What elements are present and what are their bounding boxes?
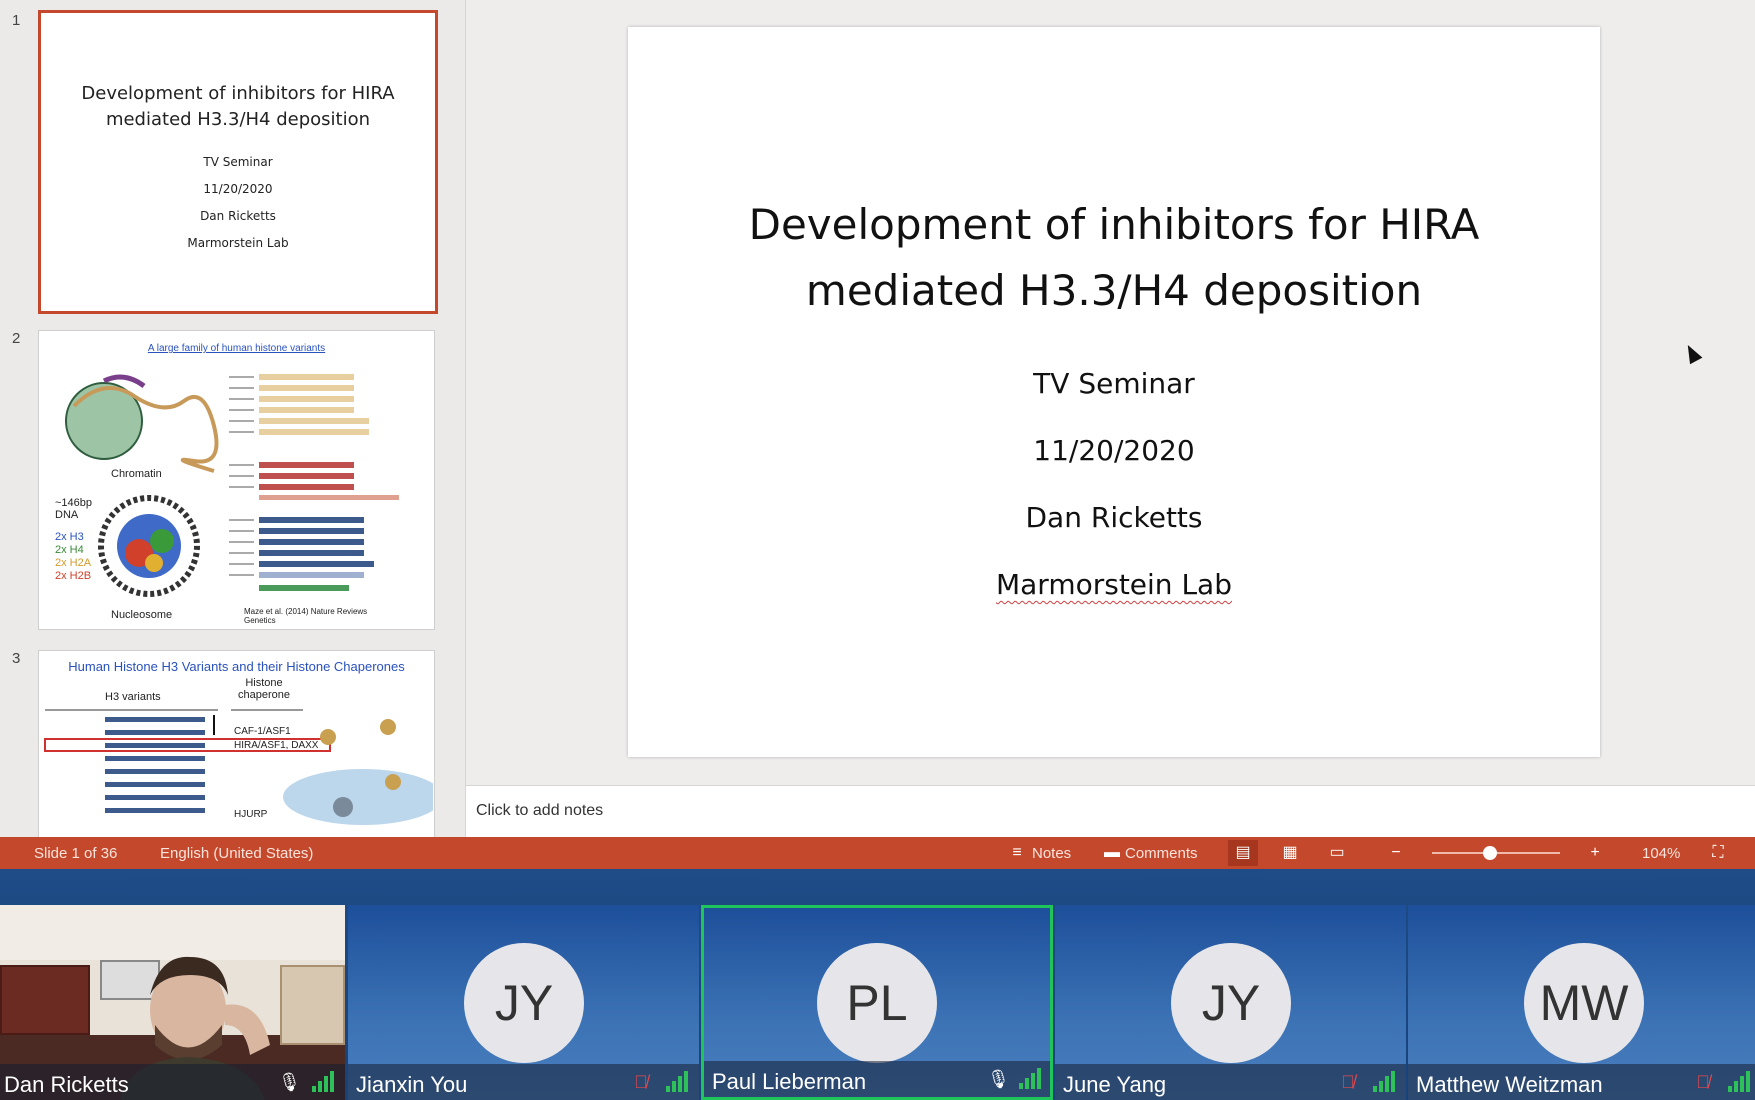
thumbnail-title: Development of inhibitors for HIRA media…	[81, 83, 395, 130]
muted-microphone-icon: 🎙̸	[1341, 1072, 1355, 1092]
zoom-out-icon[interactable]: −	[1384, 843, 1408, 863]
slide-lab[interactable]: Marmorstein Lab	[628, 568, 1600, 601]
microphone-icon: 🎙	[987, 1069, 1010, 1089]
slide-subtitle[interactable]: TV Seminar	[628, 367, 1600, 400]
participant-name-bar: Paul Lieberman 🎙	[704, 1061, 1050, 1097]
thumbnail-label: Chromatin	[111, 468, 162, 480]
slide-presenter[interactable]: Dan Ricketts	[628, 501, 1600, 534]
participant-avatar: PL	[817, 943, 937, 1063]
participant-avatar: JY	[464, 943, 584, 1063]
participant-name-bar: Jianxin You 🎙̸	[348, 1064, 699, 1100]
muted-microphone-icon: 🎙̸	[1696, 1072, 1710, 1092]
thumbnail-line: 11/20/2020	[203, 182, 273, 196]
thumbnail-label: Histone chaperone	[238, 677, 290, 701]
signal-strength-icon	[1373, 1070, 1395, 1092]
slide-thumbnail-panel: 1 Development of inhibitors for HIRA med…	[0, 0, 466, 837]
thumbnail-label: 2x H4	[55, 544, 84, 556]
participant-tile-active-speaker[interactable]: PL Paul Lieberman 🎙	[701, 905, 1053, 1100]
thumbnail-line: TV Seminar	[203, 155, 273, 169]
microphone-icon: 🎙	[278, 1072, 301, 1092]
slide-title[interactable]: Development of inhibitors for HIRA media…	[628, 192, 1600, 324]
participant-video-tile[interactable]: Dan Ricketts 🎙	[0, 905, 345, 1100]
signal-strength-icon	[1728, 1070, 1750, 1092]
participant-name: Jianxin You	[356, 1072, 468, 1097]
thumbnail-line: Marmorstein Lab	[187, 236, 289, 250]
notes-pane[interactable]: Click to add notes	[466, 785, 1755, 837]
comments-button[interactable]: Comments	[1125, 845, 1198, 862]
participant-name: Matthew Weitzman	[1416, 1072, 1603, 1097]
slide-thumbnail-2[interactable]: A large family of human histone variants…	[38, 330, 435, 630]
zoom-slider-handle[interactable]	[1482, 846, 1497, 860]
slide-thumbnail-1[interactable]: Development of inhibitors for HIRA media…	[38, 10, 438, 314]
participant-name-bar: June Yang 🎙̸	[1055, 1064, 1406, 1100]
nucleosome-illustration	[98, 495, 200, 597]
participant-tile[interactable]: JY Jianxin You 🎙̸	[348, 905, 699, 1100]
slide-lab-text: Marmorstein Lab	[995, 568, 1232, 601]
signal-strength-icon	[666, 1070, 688, 1092]
slide-date[interactable]: 11/20/2020	[628, 434, 1600, 467]
participant-avatar: JY	[1171, 943, 1291, 1063]
participant-name-bar: Matthew Weitzman 🎙̸	[1408, 1064, 1755, 1100]
thumbnail-number: 2	[12, 330, 21, 347]
participant-name: Paul Lieberman	[712, 1069, 867, 1094]
thumbnail-label: HIRA/ASF1, DAXX	[234, 740, 319, 751]
signal-strength-icon	[312, 1070, 334, 1092]
fit-slide-icon[interactable]: ⛶	[1706, 843, 1730, 863]
thumbnail-line: Dan Ricketts	[200, 209, 276, 223]
slide-thumbnail-3[interactable]: Human Histone H3 Variants and their Hist…	[38, 650, 435, 837]
reading-view-icon[interactable]: ▭	[1325, 843, 1349, 863]
chromatin-illustration	[65, 374, 219, 473]
notes-placeholder: Click to add notes	[476, 802, 604, 819]
status-bar: Slide 1 of 36 English (United States) ≡ …	[0, 837, 1755, 869]
thumbnail-label: CAF-1/ASF1	[234, 726, 291, 737]
notes-button[interactable]: Notes	[1032, 845, 1071, 862]
histone-variant-bars	[229, 374, 399, 591]
thumbnail-label: Maze et al. (2014) Nature Reviews Geneti…	[244, 607, 368, 625]
participant-name: Dan Ricketts	[4, 1072, 129, 1097]
thumbnail-label: 2x H3	[55, 531, 84, 543]
participant-tile[interactable]: JY June Yang 🎙̸	[1055, 905, 1406, 1100]
language-indicator[interactable]: English (United States)	[160, 845, 313, 862]
muted-microphone-icon: 🎙̸	[634, 1072, 648, 1092]
current-slide[interactable]: Development of inhibitors for HIRA media…	[628, 27, 1600, 757]
participant-name: June Yang	[1063, 1072, 1167, 1097]
zoom-level[interactable]: 104%	[1642, 845, 1680, 862]
slide-editor: Development of inhibitors for HIRA media…	[466, 0, 1755, 785]
zoom-in-icon[interactable]: +	[1583, 843, 1607, 863]
participant-name-bar: Dan Ricketts 🎙	[0, 1064, 345, 1100]
signal-strength-icon	[1019, 1067, 1041, 1089]
thumbnail-label: 2x H2A	[55, 557, 92, 569]
thumbnail-number: 3	[12, 650, 21, 667]
slide-sorter-icon[interactable]: ▦	[1278, 843, 1302, 863]
notes-icon: ≡	[1012, 844, 1022, 861]
normal-view-icon[interactable]: ▤	[1228, 840, 1258, 866]
thumbnail-title: Human Histone H3 Variants and their Hist…	[68, 659, 405, 674]
thumbnail-label: Nucleosome	[111, 609, 173, 621]
comments-icon: ▬	[1104, 844, 1120, 861]
thumbnail-label: 2x H2B	[55, 570, 92, 582]
thumbnail-number: 1	[12, 12, 21, 29]
thumbnail-label: H3 variants	[105, 691, 161, 703]
thumbnail-title: A large family of human histone variants	[147, 343, 326, 354]
participant-tile[interactable]: MW Matthew Weitzman 🎙̸	[1408, 905, 1755, 1100]
slide-title-line: mediated H3.3/H4 deposition	[805, 266, 1423, 315]
participant-avatar: MW	[1524, 943, 1644, 1063]
thumbnail-label: HJURP	[234, 809, 268, 820]
slide-title-line: Development of inhibitors for HIRA	[748, 200, 1480, 249]
slide-counter: Slide 1 of 36	[34, 845, 118, 862]
